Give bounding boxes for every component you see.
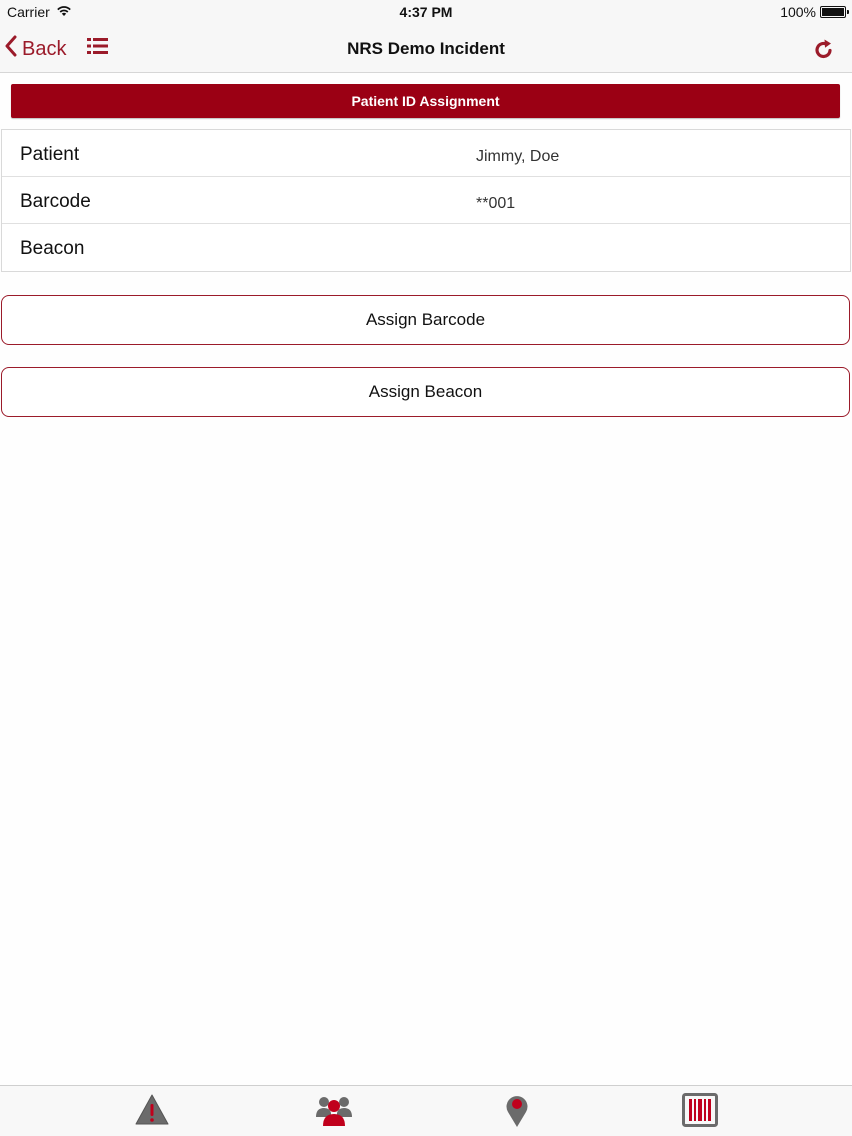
assign-beacon-button[interactable]: Assign Beacon [1, 367, 850, 417]
section-header: Patient ID Assignment [11, 84, 840, 118]
refresh-button[interactable] [814, 38, 834, 65]
barcode-row: Barcode **001 [2, 177, 850, 224]
assign-beacon-label: Assign Beacon [368, 382, 483, 401]
assign-barcode-label: Assign Barcode [365, 310, 486, 329]
tab-barcode[interactable] [680, 1092, 720, 1132]
status-right: 100% [780, 4, 849, 20]
tab-location[interactable] [497, 1094, 537, 1130]
patient-row: Patient Jimmy, Doe [2, 130, 850, 177]
page-title: NRS Demo Incident [347, 39, 505, 58]
barcode-label: Barcode [20, 191, 91, 212]
people-icon [315, 1093, 353, 1132]
section-title: Patient ID Assignment [351, 93, 500, 109]
patient-label: Patient [20, 144, 80, 165]
tab-alerts[interactable] [132, 1094, 172, 1130]
beacon-row: Beacon [2, 224, 850, 271]
patient-value: Jimmy, Doe [476, 148, 560, 165]
barcode-icon [682, 1092, 718, 1132]
assign-barcode-button[interactable]: Assign Barcode [1, 295, 850, 345]
warning-icon [134, 1093, 170, 1132]
status-time: 4:37 PM [399, 4, 453, 20]
battery-icon [820, 6, 849, 18]
beacon-label: Beacon [20, 238, 85, 259]
battery-percent: 100% [780, 4, 816, 20]
location-pin-icon [504, 1092, 530, 1133]
barcode-value: **001 [476, 195, 516, 212]
status-bar: Carrier 4:37 PM 100% [0, 0, 852, 24]
tab-patients[interactable] [314, 1094, 354, 1130]
patient-info-table: Patient Jimmy, Doe Barcode **001 Beacon [1, 129, 851, 272]
tab-bar [0, 1085, 852, 1136]
navigation-bar: Back NRS Demo Incident [0, 24, 852, 73]
refresh-icon [814, 39, 834, 64]
